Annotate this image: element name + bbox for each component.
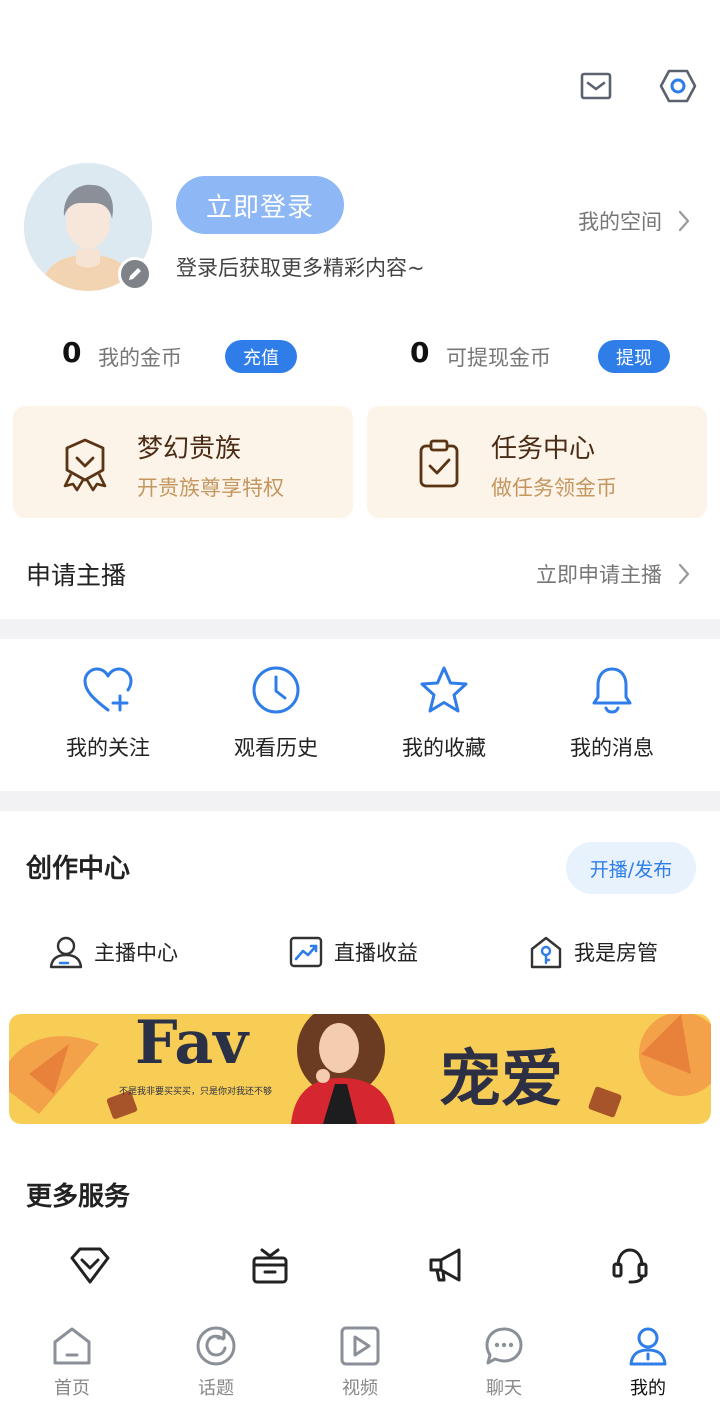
anchor-center-label: 主播中心 [94, 941, 178, 965]
withdraw-button[interactable]: 提现 [598, 340, 670, 373]
my-space-link[interactable]: 我的空间 [578, 206, 690, 236]
megaphone-icon [429, 1248, 461, 1282]
chevron-right-icon [678, 210, 690, 232]
login-hint: 登录后获取更多精彩内容~ [176, 256, 425, 280]
envelope-icon [580, 72, 612, 100]
quick-link-messages[interactable]: 我的消息 [528, 660, 696, 762]
task-center-title: 任务中心 [491, 434, 596, 464]
apply-anchor-link-label: 立即申请主播 [536, 563, 662, 587]
login-button[interactable]: 立即登录 [176, 176, 344, 234]
withdrawable-label: 可提现金币 [446, 346, 551, 370]
play-square-icon [340, 1326, 380, 1366]
clock-icon [252, 666, 300, 714]
noble-subtitle: 开贵族尊享特权 [137, 476, 284, 500]
refresh-circle-icon [196, 1326, 236, 1366]
withdrawable-value: 0 [410, 336, 430, 369]
live-earnings-item[interactable]: 直播收益 [288, 930, 418, 974]
quick-link-follows[interactable]: 我的关注 [24, 660, 192, 762]
service-item[interactable] [398, 1246, 498, 1290]
recharge-button[interactable]: 充值 [225, 340, 297, 373]
nav-video[interactable]: 视频 [310, 1324, 410, 1400]
quick-link-history[interactable]: 观看历史 [192, 660, 360, 762]
chat-bubble-icon [485, 1327, 523, 1365]
gift-box-icon [252, 1248, 288, 1284]
apply-anchor-title: 申请主播 [26, 561, 127, 590]
anchor-center-item[interactable]: 主播中心 [48, 930, 178, 974]
home-icon [53, 1327, 91, 1365]
service-item[interactable] [40, 1246, 140, 1290]
user-icon [629, 1327, 667, 1366]
message-button[interactable] [576, 66, 616, 106]
section-divider [0, 791, 720, 811]
creation-center-title: 创作中心 [26, 854, 131, 884]
room-manager-label: 我是房管 [574, 941, 658, 965]
banner-headline: 宠爱 [439, 1042, 564, 1115]
nav-topics[interactable]: 话题 [166, 1324, 266, 1400]
task-center-card[interactable]: 任务中心 做任务领金币 [367, 406, 707, 518]
noble-title: 梦幻贵族 [137, 434, 242, 464]
nav-topics-label: 话题 [198, 1378, 234, 1399]
hexagon-gear-icon [659, 69, 697, 103]
edit-avatar-button[interactable] [118, 257, 152, 291]
more-services-title: 更多服务 [26, 1182, 131, 1212]
house-key-icon [530, 936, 562, 969]
star-icon [420, 666, 468, 713]
service-item[interactable] [580, 1246, 680, 1290]
nav-mine[interactable]: 我的 [598, 1324, 698, 1400]
task-center-subtitle: 做任务领金币 [491, 476, 617, 500]
diamond-icon [70, 1247, 110, 1284]
umbrella-left-icon [9, 1036, 138, 1119]
nav-chat-label: 聊天 [486, 1378, 522, 1399]
headset-icon [612, 1248, 648, 1284]
apply-anchor-link[interactable]: 立即申请主播 [536, 559, 690, 589]
bell-icon [592, 667, 632, 714]
nav-chat[interactable]: 聊天 [454, 1324, 554, 1400]
clipboard-check-icon [419, 439, 459, 488]
umbrella-right-icon [588, 1014, 711, 1118]
my-space-label: 我的空间 [578, 210, 662, 234]
heart-plus-icon [83, 667, 133, 712]
nav-video-label: 视频 [342, 1378, 378, 1399]
trend-chart-icon [289, 936, 323, 968]
quick-link-label: 我的关注 [66, 736, 150, 760]
bottom-nav: 首页 话题 视频 聊天 我的 [0, 1316, 720, 1426]
promo-banner[interactable]: Fav 不是我非要买买买，只是你对我还不够 宠爱 [9, 1014, 711, 1124]
section-divider [0, 619, 720, 639]
noble-card[interactable]: 梦幻贵族 开贵族尊享特权 [13, 406, 353, 518]
my-coins-value: 0 [62, 336, 82, 369]
pencil-icon [129, 268, 141, 280]
anchor-user-icon [49, 936, 83, 969]
publish-button[interactable]: 开播/发布 [566, 842, 696, 894]
room-manager-item[interactable]: 我是房管 [528, 930, 658, 974]
banner-tagline: 不是我非要买买买，只是你对我还不够 [119, 1087, 273, 1097]
quick-link-label: 我的收藏 [402, 736, 486, 760]
banner-latin-text: Fav [135, 1014, 249, 1078]
my-coins-label: 我的金币 [98, 346, 182, 370]
nav-home[interactable]: 首页 [22, 1324, 122, 1400]
nav-home-label: 首页 [54, 1378, 90, 1399]
quick-link-label: 我的消息 [570, 736, 654, 760]
live-earnings-label: 直播收益 [334, 941, 418, 965]
quick-link-label: 观看历史 [234, 736, 318, 760]
service-item[interactable] [220, 1246, 320, 1290]
settings-button[interactable] [658, 66, 698, 106]
chevron-right-icon [678, 563, 690, 585]
badge-icon [63, 438, 107, 492]
model-figure [291, 1014, 395, 1124]
nav-mine-label: 我的 [630, 1378, 666, 1399]
quick-link-favorites[interactable]: 我的收藏 [360, 660, 528, 762]
